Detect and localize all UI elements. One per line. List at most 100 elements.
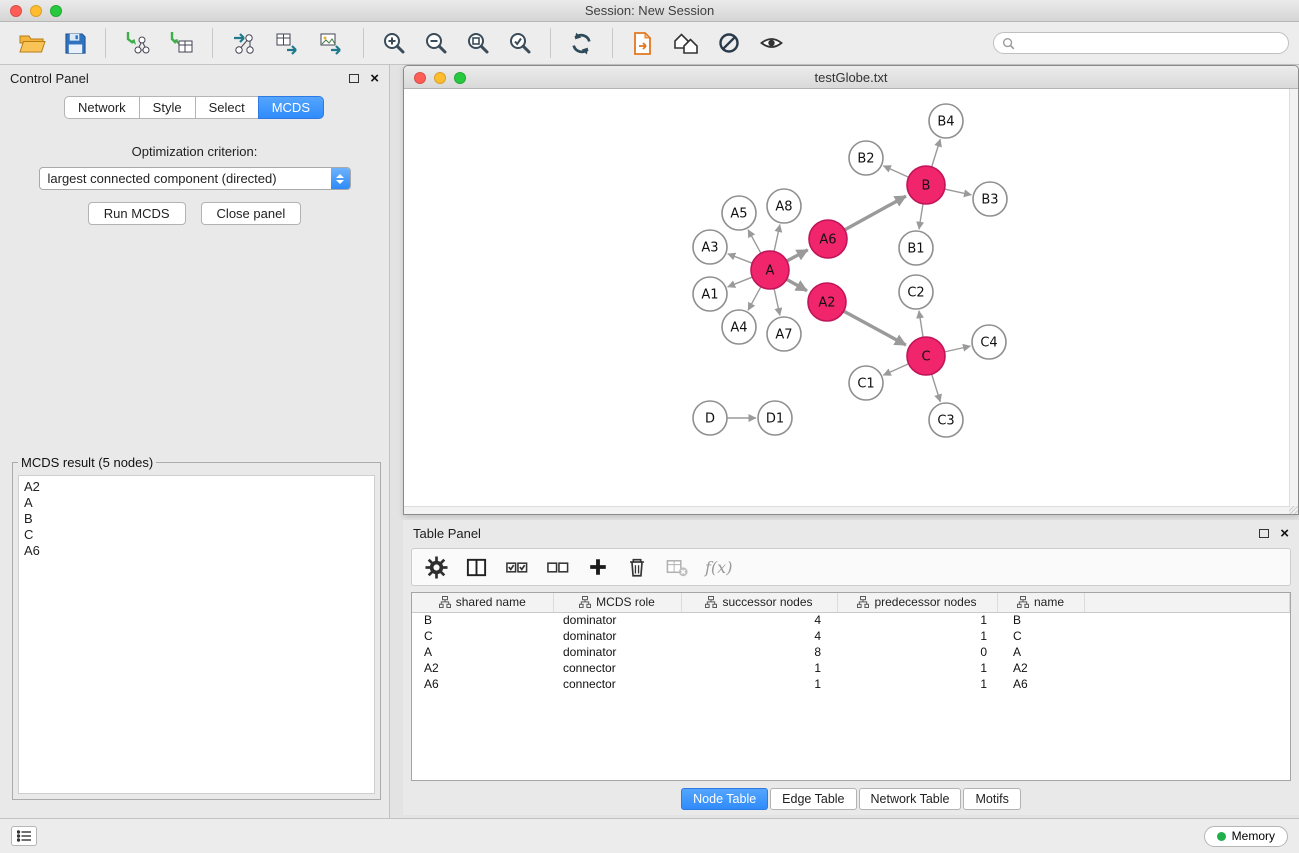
table-cell[interactable]: A6 [997, 676, 1084, 692]
unselect-all-button[interactable] [545, 555, 571, 580]
table-cell[interactable]: C [412, 628, 553, 644]
column-header-shared-name[interactable]: shared name [412, 593, 553, 612]
node-B1[interactable]: B1 [899, 231, 933, 265]
table-row[interactable]: A6connector11A6 [412, 676, 1290, 692]
edge-A-A6[interactable] [787, 250, 808, 261]
zoom-window-button[interactable] [50, 5, 62, 17]
save-session-button[interactable] [62, 30, 89, 57]
tab-network-table[interactable]: Network Table [859, 788, 962, 810]
run-mcds-button[interactable]: Run MCDS [88, 202, 186, 225]
edge-B-B2[interactable] [883, 166, 908, 177]
edge-C-C4[interactable] [945, 346, 971, 352]
close-panel-icon[interactable]: × [370, 71, 379, 86]
edge-A-A1[interactable] [728, 277, 753, 287]
show-hidden-button[interactable] [757, 29, 786, 57]
edge-A-A4[interactable] [748, 287, 761, 311]
table-row[interactable]: Cdominator41C [412, 628, 1290, 644]
tab-node-table[interactable]: Node Table [681, 788, 768, 810]
close-window-button[interactable] [10, 5, 22, 17]
table-cell[interactable]: A2 [997, 660, 1084, 676]
node-A7[interactable]: A7 [767, 317, 801, 351]
edge-A-A2[interactable] [787, 279, 807, 290]
search-input[interactable] [1020, 36, 1280, 50]
table-cell[interactable]: 8 [681, 644, 837, 660]
table-cell[interactable]: B [997, 612, 1084, 628]
node-A4[interactable]: A4 [722, 310, 756, 344]
column-header-MCDS-role[interactable]: MCDS role [553, 593, 681, 612]
close-panel-button[interactable]: Close panel [201, 202, 302, 225]
function-builder-button[interactable]: f(x) [705, 558, 732, 577]
export-network-button[interactable] [229, 28, 259, 58]
result-item[interactable]: A [24, 495, 369, 511]
tab-edge-table[interactable]: Edge Table [770, 788, 856, 810]
table-row[interactable]: Bdominator41B [412, 612, 1290, 628]
node-B3[interactable]: B3 [973, 182, 1007, 216]
float-table-panel-icon[interactable] [1259, 529, 1269, 538]
open-document-button[interactable] [629, 29, 657, 58]
node-C3[interactable]: C3 [929, 403, 963, 437]
node-B2[interactable]: B2 [849, 141, 883, 175]
memory-button[interactable]: Memory [1204, 826, 1288, 847]
add-column-button[interactable] [586, 555, 610, 579]
table-cell[interactable]: 1 [837, 676, 997, 692]
table-cell[interactable]: B [412, 612, 553, 628]
zoom-selected-button[interactable] [506, 29, 534, 57]
node-A[interactable]: A [751, 251, 789, 289]
table-cell[interactable]: 4 [681, 612, 837, 628]
node-A1[interactable]: A1 [693, 277, 727, 311]
node-A2[interactable]: A2 [808, 283, 846, 321]
node-B[interactable]: B [907, 166, 945, 204]
float-panel-icon[interactable] [349, 74, 359, 83]
minimize-network-window-button[interactable] [434, 72, 446, 84]
select-all-button[interactable] [504, 555, 530, 580]
table-cell[interactable]: 1 [681, 660, 837, 676]
node-C4[interactable]: C4 [972, 325, 1006, 359]
table-cell[interactable]: connector [553, 676, 681, 692]
task-history-button[interactable] [11, 826, 37, 846]
show-columns-button[interactable] [464, 555, 489, 580]
edge-A6-B[interactable] [845, 196, 906, 230]
edge-A-A3[interactable] [728, 254, 753, 263]
zoom-network-window-button[interactable] [454, 72, 466, 84]
table-row[interactable]: A2connector11A2 [412, 660, 1290, 676]
table-cell[interactable]: C [997, 628, 1084, 644]
export-table-button[interactable] [273, 28, 303, 58]
close-table-panel-icon[interactable]: × [1280, 526, 1289, 541]
table-cell[interactable]: 1 [837, 612, 997, 628]
tab-select[interactable]: Select [195, 96, 259, 119]
edge-B-B4[interactable] [932, 139, 941, 167]
edge-B-B3[interactable] [945, 189, 972, 195]
export-image-button[interactable] [317, 28, 347, 58]
node-A3[interactable]: A3 [693, 230, 727, 264]
delete-column-button[interactable] [625, 555, 649, 580]
node-D[interactable]: D [693, 401, 727, 435]
tab-mcds[interactable]: MCDS [258, 96, 324, 119]
result-item[interactable]: B [24, 511, 369, 527]
open-session-button[interactable] [17, 30, 48, 56]
table-cell[interactable]: 4 [681, 628, 837, 644]
edge-A-A5[interactable] [748, 230, 761, 254]
network-horizontal-scrollbar[interactable] [404, 506, 1289, 514]
zoom-fit-button[interactable] [464, 29, 492, 57]
tab-style[interactable]: Style [139, 96, 196, 119]
edge-A2-C[interactable] [844, 311, 906, 345]
column-header-successor-nodes[interactable]: successor nodes [681, 593, 837, 612]
close-network-window-button[interactable] [414, 72, 426, 84]
node-D1[interactable]: D1 [758, 401, 792, 435]
tab-motifs[interactable]: Motifs [963, 788, 1020, 810]
import-network-button[interactable] [122, 28, 152, 58]
node-B4[interactable]: B4 [929, 104, 963, 138]
edge-C-C1[interactable] [883, 364, 908, 375]
node-A5[interactable]: A5 [722, 196, 756, 230]
home-button[interactable] [671, 29, 701, 57]
table-cell[interactable]: A [412, 644, 553, 660]
table-cell[interactable]: 1 [837, 628, 997, 644]
node-A6[interactable]: A6 [809, 220, 847, 258]
edge-A-A8[interactable] [774, 225, 780, 252]
resize-grip[interactable] [1289, 506, 1298, 514]
table-cell[interactable]: dominator [553, 644, 681, 660]
result-item[interactable]: A6 [24, 543, 369, 559]
column-header-name[interactable]: name [997, 593, 1084, 612]
node-C[interactable]: C [907, 337, 945, 375]
node-C1[interactable]: C1 [849, 366, 883, 400]
